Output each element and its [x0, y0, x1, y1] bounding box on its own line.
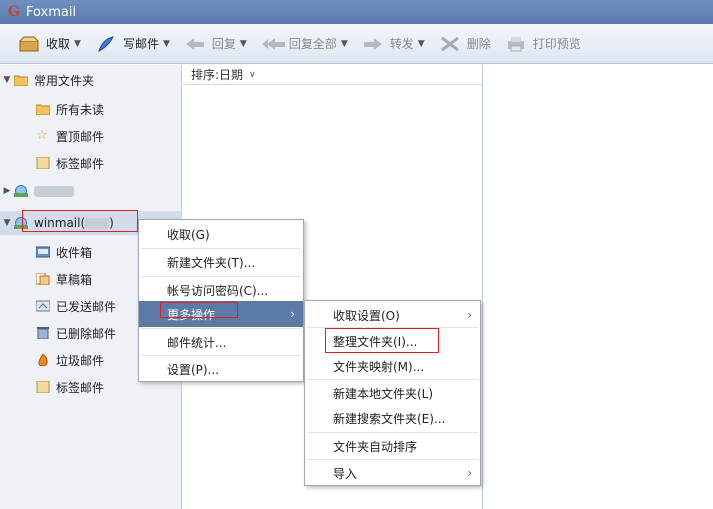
menu-item-import[interactable]: 导入 ›	[305, 460, 480, 486]
reply-arrow-icon	[184, 35, 206, 53]
receive-button[interactable]: 收取 ▼	[18, 35, 81, 53]
feather-pen-icon	[95, 35, 117, 53]
sidebar-item-tagged[interactable]: 标签邮件	[0, 151, 182, 175]
reply-all-arrow-icon	[261, 35, 285, 53]
inbox-icon	[35, 246, 51, 258]
menu-item-settings[interactable]: 设置(P)...	[139, 356, 303, 382]
sidebar-item-all-unread[interactable]: 所有未读	[0, 97, 182, 121]
redacted-account-name	[34, 185, 74, 197]
app-logo: G	[8, 4, 20, 20]
reading-pane	[484, 65, 713, 509]
chevron-down-icon[interactable]: ▼	[74, 39, 81, 49]
annotation-box-organize-folder	[325, 328, 439, 353]
drafts-icon	[35, 272, 50, 286]
sidebar-item-pinned[interactable]: ☆ 置顶邮件	[0, 124, 182, 148]
chevron-down-icon[interactable]: ∨	[249, 70, 256, 80]
scissors-x-icon	[439, 35, 461, 53]
sidebar-item-account-1[interactable]: ▶	[0, 179, 182, 203]
annotation-box-more-actions	[160, 302, 238, 318]
expanded-arrow-icon[interactable]: ▼	[0, 75, 14, 85]
trash-can-icon	[36, 327, 50, 340]
annotation-box-account	[22, 210, 138, 232]
bookmark-icon	[36, 156, 50, 170]
printer-icon	[505, 35, 527, 53]
account-context-menu: 收取(G) 新建文件夹(T)... 帐号访问密码(C)... 更多操作 › 邮件…	[138, 219, 304, 382]
forward-arrow-icon	[362, 35, 384, 53]
sent-icon	[35, 300, 51, 312]
chevron-down-icon[interactable]: ▼	[163, 39, 170, 49]
menu-item-new-local-folder[interactable]: 新建本地文件夹(L)	[305, 380, 480, 406]
main-toolbar: 收取 ▼ 写邮件 ▼ 回复 ▼ 回复全部 ▼ 转发 ▼ 删除 打印预览	[0, 24, 713, 64]
menu-item-new-folder[interactable]: 新建文件夹(T)...	[139, 249, 303, 275]
submenu-arrow-icon: ›	[467, 466, 472, 480]
reply-all-button[interactable]: 回复全部 ▼	[261, 35, 348, 53]
menu-item-folder-mapping[interactable]: 文件夹映射(M)...	[305, 353, 480, 379]
collapsed-arrow-icon[interactable]: ▶	[0, 186, 14, 196]
submenu-arrow-icon: ›	[467, 308, 472, 322]
app-title: Foxmail	[25, 4, 77, 20]
folder-icon	[35, 103, 51, 116]
chevron-down-icon[interactable]: ▼	[418, 39, 425, 49]
print-preview-button[interactable]: 打印预览	[505, 35, 581, 53]
menu-item-auto-sort[interactable]: 文件夹自动排序	[305, 433, 480, 459]
compose-button[interactable]: 写邮件 ▼	[95, 35, 170, 53]
chevron-down-icon[interactable]: ▼	[341, 39, 348, 49]
menu-item-mail-stats[interactable]: 邮件统计...	[139, 329, 303, 355]
chevron-down-icon[interactable]: ▼	[240, 39, 247, 49]
menu-item-receive[interactable]: 收取(G)	[139, 221, 303, 247]
bookmark-icon	[36, 380, 50, 394]
menu-item-new-search-folder[interactable]: 新建搜索文件夹(E)...	[305, 405, 480, 431]
forward-button[interactable]: 转发 ▼	[362, 35, 425, 53]
delete-button[interactable]: 删除	[439, 35, 491, 53]
star-icon: ☆	[36, 128, 48, 143]
flame-icon	[36, 353, 50, 367]
sort-bar[interactable]: 排序:日期 ∨	[183, 65, 482, 85]
submenu-arrow-icon: ›	[290, 307, 295, 321]
folder-icon	[13, 74, 29, 87]
account-globe-icon	[14, 185, 28, 197]
sort-label[interactable]: 排序:日期	[191, 66, 243, 83]
menu-item-receive-settings[interactable]: 收取设置(O) ›	[305, 302, 480, 328]
menu-item-account-password[interactable]: 帐号访问密码(C)...	[139, 277, 303, 303]
inbox-tray-icon	[18, 35, 40, 53]
reply-button[interactable]: 回复 ▼	[184, 35, 247, 53]
expanded-arrow-icon[interactable]: ▼	[0, 218, 14, 228]
sidebar-item-common-folders[interactable]: ▼ 常用文件夹	[0, 68, 182, 92]
title-bar: G Foxmail	[0, 0, 713, 24]
